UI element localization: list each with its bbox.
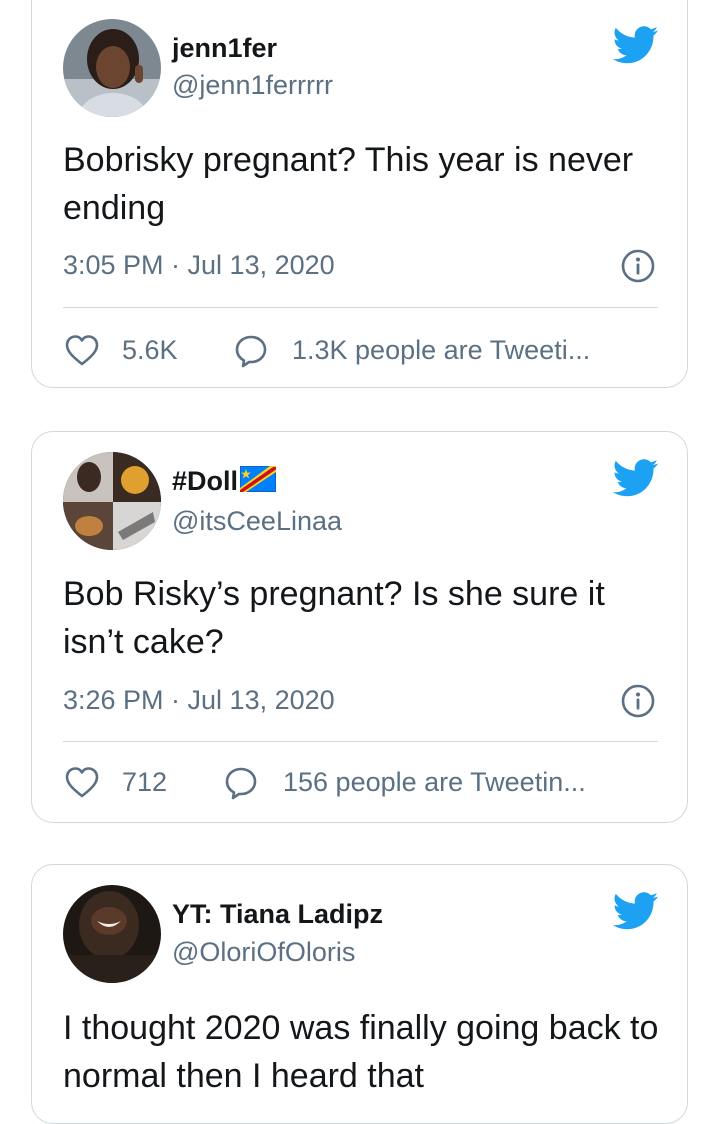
avatar[interactable] — [63, 19, 161, 117]
display-name[interactable]: YT: Tiana Ladipz — [172, 899, 383, 930]
tweet-text: Bobrisky pregnant? This year is never en… — [63, 141, 634, 227]
twitter-bird-icon[interactable] — [613, 892, 659, 930]
twitter-bird-icon[interactable] — [613, 459, 659, 497]
info-icon[interactable] — [621, 684, 655, 718]
display-name[interactable]: #Doll — [172, 466, 238, 496]
tweet-card[interactable]: jenn1fer @jenn1ferrrrr Bobrisky pregnant… — [31, 0, 688, 388]
tweet-card[interactable]: YT: Tiana Ladipz @OloriOfOloris I though… — [31, 864, 688, 1124]
twitter-bird-icon[interactable] — [613, 26, 659, 64]
timestamp[interactable]: 3:05 PM · Jul 13, 2020 — [63, 250, 335, 281]
timestamp[interactable]: 3:26 PM · Jul 13, 2020 — [63, 685, 335, 716]
divider — [63, 307, 658, 308]
tweet-text: I thought 2020 was finally going back to… — [63, 1009, 659, 1095]
display-name[interactable]: jenn1fer — [172, 33, 277, 64]
speech-bubble-icon[interactable] — [224, 766, 258, 800]
tweet-text: Bob Risky’s pregnant? Is she sure it isn… — [63, 575, 605, 661]
tweeting-count[interactable]: 156 people are Tweetin... — [283, 767, 586, 798]
handle[interactable]: @itsCeeLinaa — [172, 506, 342, 537]
handle[interactable]: @OloriOfOloris — [172, 937, 355, 968]
divider — [63, 741, 658, 742]
display-name-row[interactable]: #Doll — [172, 466, 277, 497]
dr-congo-flag-emoji — [240, 466, 277, 492]
heart-icon[interactable] — [65, 766, 99, 800]
handle[interactable]: @jenn1ferrrrr — [172, 70, 333, 101]
tweeting-count[interactable]: 1.3K people are Tweeti... — [292, 335, 590, 366]
like-count[interactable]: 712 — [122, 767, 167, 798]
speech-bubble-icon[interactable] — [234, 334, 268, 368]
like-count[interactable]: 5.6K — [122, 335, 178, 366]
info-icon[interactable] — [621, 249, 655, 283]
heart-icon[interactable] — [65, 334, 99, 368]
avatar[interactable] — [63, 452, 161, 550]
tweet-card[interactable]: #Doll @itsCeeLinaa Bob Risky’s pregnant?… — [31, 431, 688, 823]
avatar[interactable] — [63, 885, 161, 983]
